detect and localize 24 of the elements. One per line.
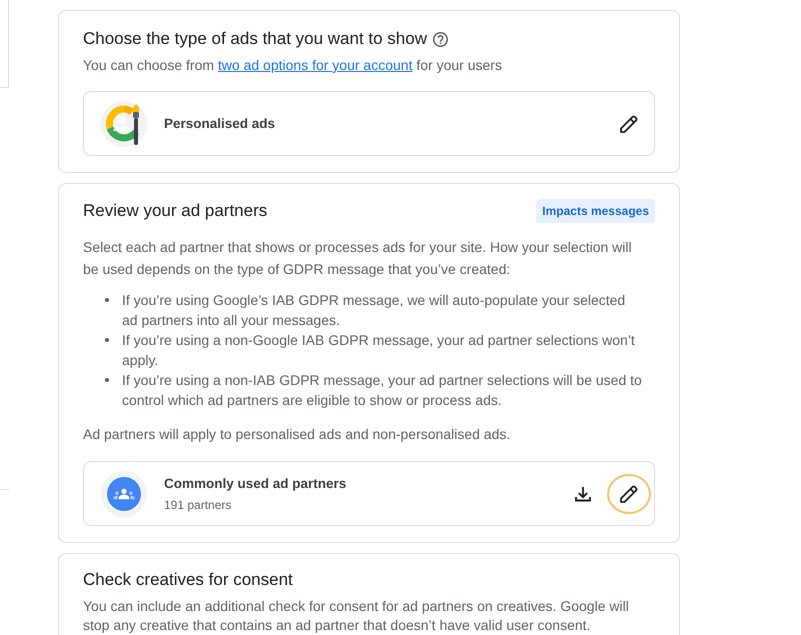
bullet-icon bbox=[105, 338, 109, 342]
edit-button[interactable] bbox=[607, 474, 651, 514]
section-description: Select each ad partner that shows or processes ads for your site. How your selection will be used depends on the type of GDPR message that you’ve created: bbox=[83, 238, 633, 279]
bullet-text: If you’re using a non-Google IAB GDPR message, your ad partner selections won’t apply. bbox=[122, 331, 636, 370]
person-brush-icon bbox=[101, 100, 147, 146]
section-description: You can choose from two ad options for your account for your users bbox=[83, 56, 503, 75]
impact-badge: Impacts messages bbox=[536, 199, 655, 223]
section-title: Review your ad partners bbox=[83, 200, 268, 222]
section-description: Ad partners will apply to personalised ads and non-personalised ads. bbox=[83, 425, 512, 444]
pencil-icon bbox=[620, 114, 638, 132]
bullet-text: If you’re using a non-IAB GDPR message, your ad partner selections will be used to control which ad partners are eligible to show or process ads. bbox=[122, 371, 643, 410]
download-icon bbox=[575, 486, 591, 502]
row-title: Commonly used ad partners bbox=[164, 475, 348, 493]
people-group-icon bbox=[101, 470, 147, 516]
bullet-text: If you’re using Google’s IAB GDPR message, we will auto-populate your selected ad partners into all your messages. bbox=[122, 291, 626, 330]
bullet-icon bbox=[105, 298, 109, 302]
row-title: Personalised ads bbox=[164, 114, 276, 132]
ad-options-link[interactable]: two ad options for your account bbox=[218, 57, 412, 73]
section-title: Check creatives for consent bbox=[83, 569, 293, 591]
pencil-icon bbox=[620, 484, 638, 502]
row-subtitle: 191 partners bbox=[164, 497, 232, 513]
bullet-icon bbox=[105, 378, 109, 382]
section-description: You can include an additional check for consent for ad partners on creatives. Google will stop any creative that contains an ad partner that doesn’t have valid user consent. bbox=[83, 597, 630, 635]
section-title: Choose the type of ads that you want to show bbox=[83, 28, 427, 50]
